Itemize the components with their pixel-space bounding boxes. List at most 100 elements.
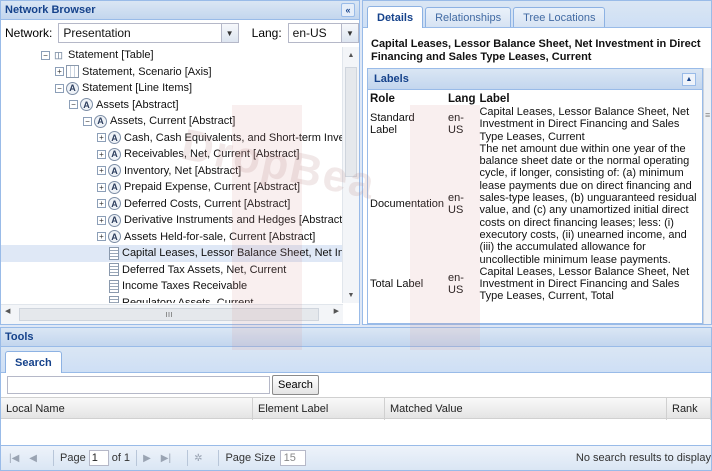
tree-node-label: Statement [Line Items] <box>82 82 193 95</box>
expand-icon[interactable]: + <box>97 182 106 192</box>
collapse-up-icon[interactable]: ▲ <box>682 72 696 86</box>
matched-value-column[interactable]: Matched Value <box>385 398 667 420</box>
paging-toolbar: |◀ ◀ Page 1 of 1 ▶ ▶| ✲ Page Size 15 No … <box>1 445 711 470</box>
tools-panel: Tools Search Search Local Name Element L… <box>0 327 712 471</box>
toolbar-separator <box>187 450 189 466</box>
scroll-thumb-horizontal[interactable]: ııı <box>19 308 319 321</box>
tab-relationships[interactable]: Relationships <box>425 7 512 27</box>
expand-icon[interactable]: + <box>97 232 106 242</box>
tab-search[interactable]: Search <box>5 351 62 373</box>
concept-icon <box>109 263 119 277</box>
collapse-icon[interactable]: − <box>83 116 92 126</box>
expand-icon[interactable]: + <box>97 199 106 209</box>
network-toolbar: Network: Presentation ▼ Lang: en-US ▼ <box>1 20 359 46</box>
label-lang-cell: en-US <box>448 112 464 137</box>
expand-icon[interactable]: + <box>97 133 106 143</box>
tree-vertical-scrollbar[interactable]: ▲ ▼ <box>342 47 359 303</box>
tree-node[interactable]: Income Taxes Receivable <box>1 278 343 295</box>
scroll-up-icon[interactable]: ▲ <box>343 47 359 63</box>
tree-node[interactable]: + A Receivables, Net, Current [Abstract] <box>1 146 343 163</box>
last-page-icon[interactable]: ▶| <box>161 453 171 464</box>
tree-node[interactable]: + A Assets Held-for-sale, Current [Abstrac… <box>1 229 343 246</box>
tree-node[interactable]: − A Assets, Current [Abstract] <box>1 113 343 130</box>
collapse-icon[interactable]: − <box>41 50 50 60</box>
toolbar-separator <box>53 450 54 466</box>
label-role-cell: Total Label <box>370 278 424 291</box>
network-select[interactable]: Presentation ▼ <box>58 23 239 43</box>
network-browser-header: Network Browser « <box>1 1 359 20</box>
chevron-down-icon[interactable]: ▼ <box>341 24 358 42</box>
tree-node[interactable]: + A Prepaid Expense, Current [Abstract] <box>1 179 343 196</box>
tree-node-label: Regulatory Assets, Current <box>122 296 254 303</box>
tree-node[interactable]: − A Statement [Line Items] <box>1 80 343 97</box>
tree-node[interactable]: + A Deferred Costs, Current [Abstract] <box>1 196 343 213</box>
collapse-icon[interactable]: − <box>55 83 64 93</box>
prev-page-icon[interactable]: ◀ <box>29 453 37 464</box>
concept-icon <box>109 296 119 303</box>
scroll-left-icon[interactable]: ◀ <box>5 307 10 315</box>
tree-node[interactable]: + A Cash, Cash Equivalents, and Short-term… <box>1 130 343 147</box>
lang-select-value: en-US <box>292 26 327 40</box>
tree-node[interactable]: + A Inventory, Net [Abstract] <box>1 163 343 180</box>
scroll-down-icon[interactable]: ▼ <box>343 287 359 303</box>
tree-horizontal-scrollbar[interactable]: ◀ ııı ▶ <box>1 304 343 324</box>
expand-icon[interactable]: + <box>97 215 106 225</box>
page-size-input[interactable]: 15 <box>279 450 306 466</box>
tree-node-label: Deferred Tax Assets, Net, Current <box>122 263 287 276</box>
toolbar-separator <box>136 450 138 466</box>
scroll-right-icon[interactable]: ▶ <box>334 307 339 315</box>
search-row: Search <box>1 373 711 397</box>
network-browser-title: Network Browser <box>5 4 96 16</box>
abstract-icon: A <box>108 213 121 227</box>
search-button[interactable]: Search <box>272 375 319 395</box>
details-scrollbar[interactable]: ≡ <box>703 68 711 324</box>
details-panel: Details Relationships Tree Locations Cap… <box>362 0 712 325</box>
scroll-grip-icon[interactable]: ≡ <box>705 110 710 120</box>
expand-icon[interactable]: + <box>55 67 64 77</box>
tree-node[interactable]: Capital Leases, Lessor Balance Sheet, Ne… <box>1 245 343 262</box>
labels-panel: Labels ▲ Role Lang Label Standard Label e… <box>367 68 703 324</box>
first-page-icon[interactable]: |◀ <box>9 453 19 464</box>
tree-node[interactable]: + Statement, Scenario [Axis] <box>1 64 343 81</box>
next-page-icon[interactable]: ▶ <box>143 453 151 464</box>
abstract-icon: A <box>108 164 121 178</box>
tab-tree-locations[interactable]: Tree Locations <box>513 7 606 27</box>
axis-icon <box>66 65 79 79</box>
tree-node-label: Assets Held-for-sale, Current [Abstract] <box>124 230 316 243</box>
collapse-icon[interactable]: − <box>69 100 78 110</box>
network-browser-panel: Network Browser « Network: Presentation … <box>0 0 360 325</box>
tree-node[interactable]: Regulatory Assets, Current <box>1 295 343 303</box>
expand-icon[interactable]: + <box>97 166 106 176</box>
tab-details[interactable]: Details <box>367 6 424 28</box>
tree-node[interactable]: + A Derivative Instruments and Hedges [Abs… <box>1 212 343 229</box>
labels-header-row: Role Lang Label <box>368 92 702 106</box>
tree-node[interactable]: − A Assets [Abstract] <box>1 97 343 114</box>
element-label-column[interactable]: Element Label <box>253 398 385 420</box>
abstract-icon: A <box>94 114 107 128</box>
page-label: Page <box>60 452 86 464</box>
scroll-thumb[interactable] <box>345 67 357 177</box>
details-tabstrip: Details Relationships Tree Locations <box>363 1 711 28</box>
rank-column[interactable]: Rank <box>667 398 711 420</box>
lang-select[interactable]: en-US ▼ <box>287 23 359 43</box>
label-label-cell: Capital Leases, Lessor Balance Sheet, Ne… <box>479 265 690 303</box>
paging-status: No search results to display <box>575 452 711 464</box>
results-grid-header: Local Name Element Label Matched Value R… <box>1 397 711 420</box>
tree-node[interactable]: Deferred Tax Assets, Net, Current <box>1 262 343 279</box>
local-name-column[interactable]: Local Name <box>1 398 253 420</box>
network-label: Network: <box>5 26 53 40</box>
labels-panel-title: Labels <box>374 73 409 85</box>
folder-icon: ◫ <box>54 49 63 60</box>
refresh-icon[interactable]: ✲ <box>194 453 202 464</box>
label-role-cell: Standard Label <box>370 112 415 137</box>
lang-label: Lang: <box>251 26 282 40</box>
search-input[interactable] <box>7 376 270 394</box>
tree-node[interactable]: − ◫ Statement [Table] <box>1 47 343 64</box>
tools-tabstrip: Search <box>1 347 711 373</box>
label-row: Total Label en-US Capital Leases, Lessor B… <box>368 266 702 303</box>
chevron-down-icon[interactable]: ▼ <box>220 24 238 42</box>
abstract-icon: A <box>66 81 79 95</box>
page-number-input[interactable]: 1 <box>88 450 109 466</box>
expand-icon[interactable]: + <box>97 149 106 159</box>
collapse-left-icon[interactable]: « <box>341 3 355 17</box>
